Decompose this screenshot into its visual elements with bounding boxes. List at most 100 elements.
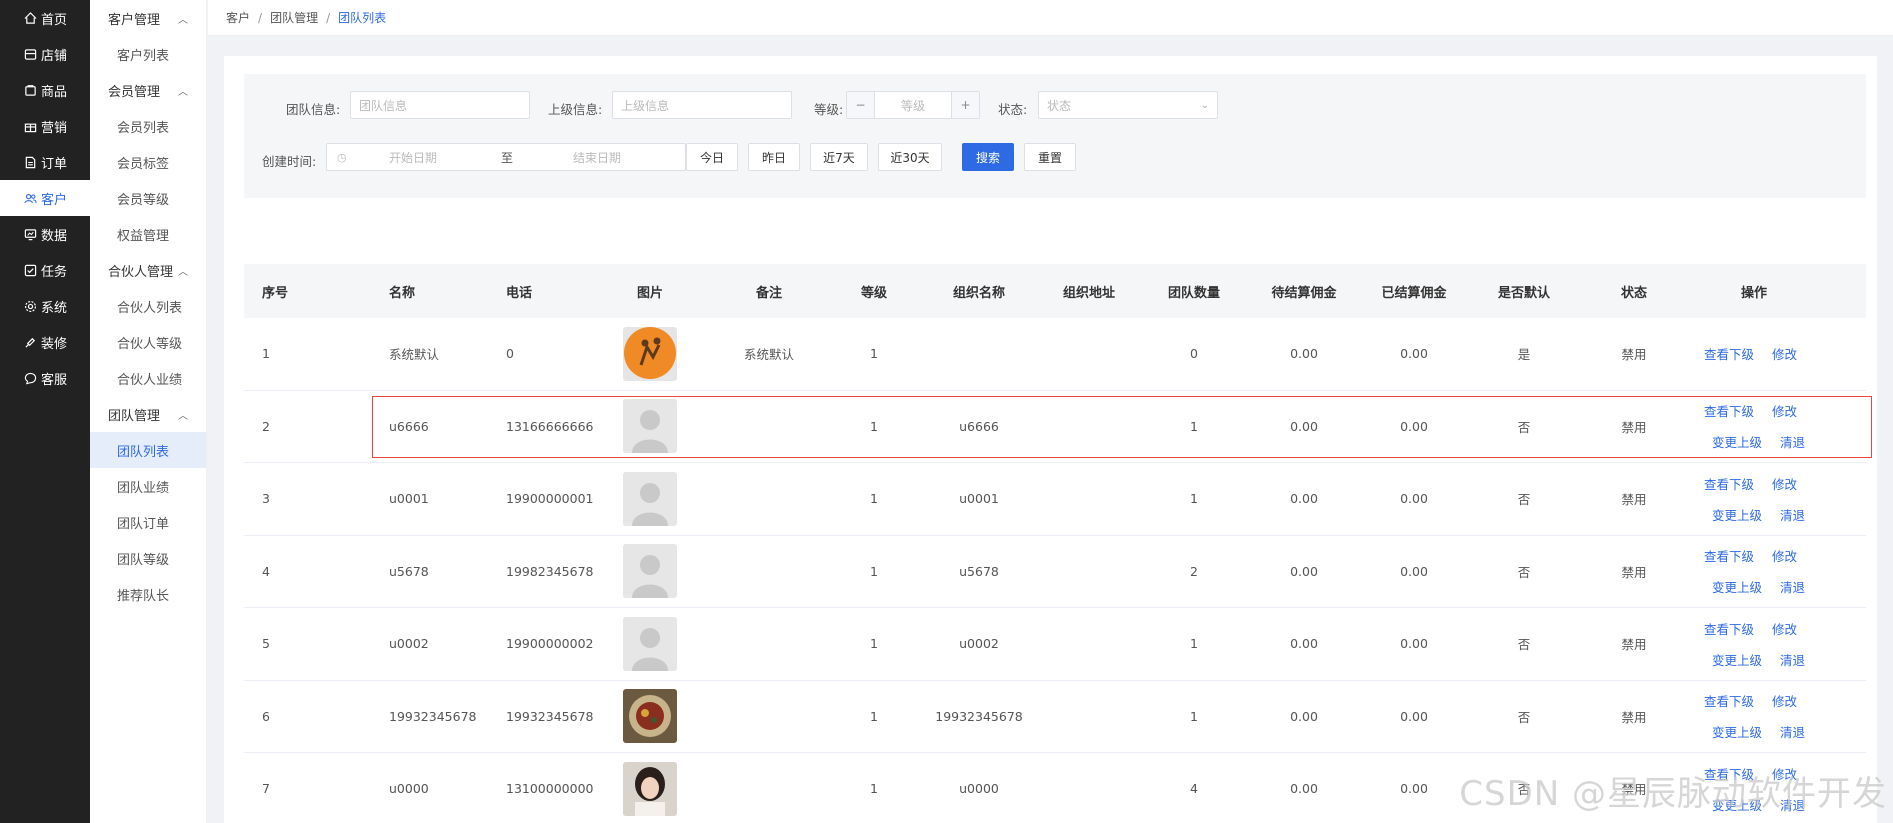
nav-item-label: 首页 xyxy=(41,12,68,28)
action-link[interactable]: 查看下级 xyxy=(1704,619,1754,638)
subnav-group[interactable]: 会员管理 ︿ xyxy=(90,72,206,108)
subnav-item[interactable]: 团队等级 xyxy=(90,540,206,576)
avatar-placeholder-icon[interactable] xyxy=(623,544,677,599)
cell-settled: 0.00 xyxy=(1400,491,1428,507)
column-header: 已结算佣金 xyxy=(1381,285,1447,301)
nav-item-5[interactable]: 客户 xyxy=(0,180,90,216)
parent-info-label: 上级信息: xyxy=(548,102,603,117)
plus-icon[interactable]: + xyxy=(950,92,979,118)
level-input[interactable]: 等级 xyxy=(901,97,925,114)
cell-org: 19932345678 xyxy=(935,708,1023,724)
nav-item-label: 任务 xyxy=(41,264,68,280)
nav-item-10[interactable]: 客服 xyxy=(0,360,90,396)
breadcrumb-separator: / xyxy=(326,10,331,25)
minus-icon[interactable]: − xyxy=(847,92,875,118)
content-card: 团队信息: 团队信息 上级信息: 上级信息 等级: − 等级 + 状态: 状态 … xyxy=(224,56,1877,823)
table-header: 序号 名称 电话 图片 备注 等级 组织名称 组织地址 团队数量 待结算佣金 已结算佣金 是否默认 状态… xyxy=(244,264,1866,318)
subnav-item[interactable]: 团队列表 xyxy=(90,432,206,468)
nav-item-7[interactable]: 任务 xyxy=(0,252,90,288)
avatar-placeholder-icon[interactable] xyxy=(623,471,677,526)
gear-icon xyxy=(24,300,37,313)
cell-name: 19932345678 xyxy=(389,708,477,724)
nav-item-4[interactable]: 订单 xyxy=(0,144,90,180)
parent-info-input[interactable]: 上级信息 xyxy=(612,91,792,119)
level-label: 等级: xyxy=(814,102,844,117)
start-date-input[interactable]: 开始日期 xyxy=(389,149,437,166)
action-link[interactable]: 清退 xyxy=(1780,577,1805,596)
cell-org: u0002 xyxy=(959,636,999,652)
subnav-group[interactable]: 团队管理 ︿ xyxy=(90,396,206,432)
subnav-item[interactable]: 会员标签 xyxy=(90,144,206,180)
avatar-placeholder-icon[interactable] xyxy=(623,399,677,454)
subnav-item[interactable]: 合伙人等级 xyxy=(90,324,206,360)
team-image[interactable] xyxy=(623,326,677,381)
nav-item-label: 装修 xyxy=(41,336,68,352)
subnav-item[interactable]: 合伙人列表 xyxy=(90,288,206,324)
range-separator: 至 xyxy=(501,150,514,165)
level-stepper[interactable]: − 等级 + xyxy=(846,91,980,119)
date-range-picker[interactable]: ◷ 开始日期 至 结束日期 xyxy=(326,143,686,171)
quick-today-button[interactable]: 今日 xyxy=(686,143,738,171)
action-link[interactable]: 清退 xyxy=(1780,722,1805,741)
action-link[interactable]: 查看下级 xyxy=(1704,474,1754,493)
cell-phone: 13100000000 xyxy=(506,781,594,797)
action-link[interactable]: 变更上级 xyxy=(1712,432,1762,451)
avatar-placeholder-icon[interactable] xyxy=(623,616,677,671)
nav-item-8[interactable]: 系统 xyxy=(0,288,90,324)
nav-item-0[interactable]: 首页 xyxy=(0,0,90,36)
action-link[interactable]: 修改 xyxy=(1772,474,1797,493)
nav-item-3[interactable]: 营销 xyxy=(0,108,90,144)
action-link[interactable]: 变更上级 xyxy=(1712,505,1762,524)
task-icon xyxy=(24,264,37,277)
action-link[interactable]: 修改 xyxy=(1772,691,1797,710)
action-link[interactable]: 查看下级 xyxy=(1704,546,1754,565)
cell-actions: 查看下级 修改 变更上级 清退 xyxy=(1704,681,1844,753)
cell-org: u5678 xyxy=(959,563,999,579)
nav-item-2[interactable]: 商品 xyxy=(0,72,90,108)
quick-30days-button[interactable]: 近30天 xyxy=(878,143,942,171)
quick-7days-button[interactable]: 近7天 xyxy=(810,143,868,171)
subnav-item[interactable]: 团队订单 xyxy=(90,504,206,540)
breadcrumb-item[interactable]: 客户 xyxy=(226,9,250,26)
action-link[interactable]: 清退 xyxy=(1780,432,1805,451)
action-link[interactable]: 清退 xyxy=(1780,505,1805,524)
cell-name: u0002 xyxy=(389,636,429,652)
action-link[interactable]: 变更上级 xyxy=(1712,577,1762,596)
action-link[interactable]: 修改 xyxy=(1772,401,1797,420)
action-link[interactable]: 修改 xyxy=(1772,546,1797,565)
subnav-item[interactable]: 会员等级 xyxy=(90,180,206,216)
action-link[interactable]: 修改 xyxy=(1772,344,1797,363)
subnav-item[interactable]: 客户列表 xyxy=(90,36,206,72)
action-link[interactable]: 修改 xyxy=(1772,619,1797,638)
team-image[interactable] xyxy=(623,761,677,816)
subnav-item[interactable]: 权益管理 xyxy=(90,216,206,252)
action-link[interactable]: 变更上级 xyxy=(1712,722,1762,741)
end-date-input[interactable]: 结束日期 xyxy=(573,149,621,166)
action-link[interactable]: 查看下级 xyxy=(1704,344,1754,363)
action-link[interactable]: 变更上级 xyxy=(1712,650,1762,669)
subnav-group[interactable]: 客户管理 ︿ xyxy=(90,0,206,36)
team-info-input[interactable]: 团队信息 xyxy=(350,91,530,119)
subnav-item[interactable]: 推荐队长 xyxy=(90,576,206,612)
nav-item-1[interactable]: 店铺 xyxy=(0,36,90,72)
status-select-value: 状态 xyxy=(1047,98,1072,113)
nav-item-9[interactable]: 装修 xyxy=(0,324,90,360)
status-select[interactable]: 状态 ⌄ xyxy=(1038,91,1218,119)
quick-yesterday-button[interactable]: 昨日 xyxy=(748,143,800,171)
breadcrumb-item[interactable]: 团队管理 xyxy=(270,9,318,26)
subnav-item[interactable]: 会员列表 xyxy=(90,108,206,144)
team-image[interactable] xyxy=(623,689,677,744)
column-header: 是否默认 xyxy=(1497,285,1550,301)
subnav-item[interactable]: 合伙人业绩 xyxy=(90,360,206,396)
action-link[interactable]: 查看下级 xyxy=(1704,691,1754,710)
column-header: 等级 xyxy=(860,285,887,301)
action-link[interactable]: 清退 xyxy=(1780,650,1805,669)
search-button[interactable]: 搜索 xyxy=(962,143,1014,171)
action-link[interactable]: 查看下级 xyxy=(1704,401,1754,420)
subnav-group[interactable]: 合伙人管理 ︿ xyxy=(90,252,206,288)
reset-button[interactable]: 重置 xyxy=(1024,143,1076,171)
subnav-item[interactable]: 团队业绩 xyxy=(90,468,206,504)
nav-item-6[interactable]: 数据 xyxy=(0,216,90,252)
cell-name: u5678 xyxy=(389,563,429,579)
cell-default: 否 xyxy=(1517,709,1531,725)
